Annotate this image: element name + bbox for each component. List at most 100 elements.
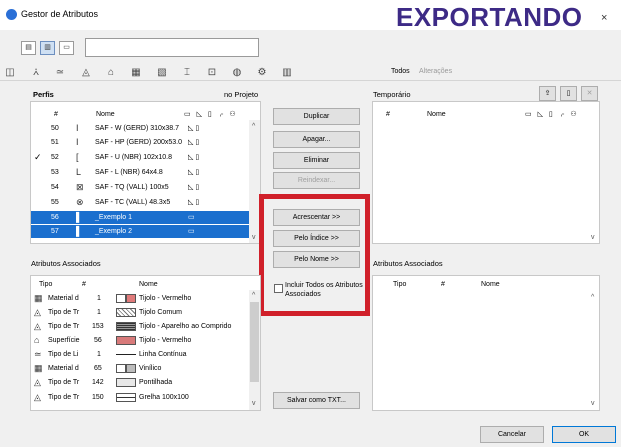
attribute-type: Tipo de Tr	[48, 379, 80, 386]
row-name: SAF - TC (VALL) 48.3x5	[95, 199, 171, 206]
profile-shape-icon: I	[76, 137, 79, 147]
building-material-icon[interactable]: ⌂	[104, 66, 118, 79]
column-header-name[interactable]: Nome	[96, 111, 115, 118]
scrollbar-thumb[interactable]	[250, 302, 259, 382]
scroll-down-icon[interactable]: v	[591, 234, 595, 241]
column-header-num[interactable]: #	[82, 281, 86, 288]
column-header-tipo[interactable]: Tipo	[39, 281, 52, 288]
list-row[interactable]: 54 ⊠ SAF - TQ (VALL) 100x5 ◺ ▯	[31, 181, 249, 194]
column-header-flags[interactable]: ▭ ◺ ▯ ⌌ ⚇	[525, 110, 579, 118]
attribute-type: Material d	[48, 365, 79, 372]
attribute-name: Pontilhada	[139, 379, 173, 386]
header-flag-icon: ⌌	[217, 111, 226, 118]
swatch-preview	[116, 336, 136, 345]
delete-icon[interactable]: ✕	[581, 86, 598, 101]
tab-alteracoes[interactable]: Alterações	[419, 68, 452, 75]
tab-todos[interactable]: Todos	[391, 68, 410, 75]
attribute-name: Tijolo Comum	[139, 309, 182, 316]
column-header-flags[interactable]: ▭ ◺ ▯ ⌌ ⚇	[184, 110, 238, 118]
attribute-number: 65	[94, 365, 102, 372]
list-row[interactable]: ✓ 52 [ SAF - U (NBR) 102x10.8 ◺ ▯	[31, 151, 249, 164]
reindexar-button[interactable]: Reindexar...	[273, 172, 360, 189]
list-row-selected[interactable]: 56 ▌ _Exemplo 1 ▭	[31, 211, 249, 224]
salvar-txt-button[interactable]: Salvar como TXT...	[273, 392, 360, 409]
row-number: 52	[51, 154, 59, 161]
row-number: 55	[51, 199, 59, 206]
line-type-icon[interactable]: ≃	[53, 66, 67, 79]
attribute-number: 153	[92, 323, 104, 330]
split-view-button[interactable]: ▥	[40, 41, 55, 55]
attribute-type: Tipo de Tr	[48, 394, 80, 401]
check-mark: ✓	[34, 152, 42, 162]
scroll-down-icon[interactable]: v	[591, 400, 595, 407]
swatch-preview	[126, 294, 136, 303]
list-row[interactable]: ≃ Tipo de Li 1 Linha Contínua	[31, 348, 249, 361]
row-number: 56	[51, 214, 59, 221]
column-header-name[interactable]: Nome	[427, 111, 446, 118]
list-row[interactable]: 50 I SAF - W (GERD) 310x38.7 ◺ ▯	[31, 122, 249, 135]
scroll-up-icon[interactable]: ^	[252, 292, 255, 299]
new-file-icon[interactable]: ▯	[560, 86, 577, 101]
row-name: SAF - TQ (VALL) 100x5	[95, 184, 169, 191]
column-header-nome[interactable]: Nome	[139, 281, 158, 288]
list-row[interactable]: ▦ Material d 1 Tijolo - Vermelho	[31, 292, 249, 305]
list-row[interactable]: ◬ Tipo de Tr 153 Tijolo - Aparelho ao Co…	[31, 320, 249, 333]
scroll-down-icon[interactable]: v	[252, 400, 256, 407]
swatch-preview	[126, 364, 136, 373]
composite-icon[interactable]: ▦	[129, 66, 143, 79]
column-header-num[interactable]: #	[386, 111, 390, 118]
attribute-name: Tijolo - Aparelho ao Comprido	[139, 323, 232, 330]
list-row[interactable]: 55 ⊗ SAF - TC (VALL) 48.3x5 ◺ ▯	[31, 196, 249, 209]
associated-attributes-temp-list[interactable]: Tipo # Nome ^ v	[372, 275, 600, 411]
cancel-button[interactable]: Cancelar	[480, 426, 544, 443]
duplicar-button[interactable]: Duplicar	[273, 108, 360, 125]
apagar-button[interactable]: Apagar...	[273, 131, 360, 148]
header-flag-icon: ◺	[196, 111, 204, 118]
scroll-up-icon[interactable]: ^	[252, 123, 255, 130]
list-row-selected[interactable]: 57 ▌ _Exemplo 2 ▭	[31, 225, 249, 238]
list-row[interactable]: 53 L SAF - L (NBR) 64x4.8 ◺ ▯	[31, 166, 249, 179]
profiles-list[interactable]: # Nome ▭ ◺ ▯ ⌌ ⚇ 50 I SAF - W (GERD) 310…	[30, 101, 261, 244]
row-flags: ◺ ▯	[188, 154, 200, 161]
list-row[interactable]: ◬ Tipo de Tr 150 Grelha 100x100	[31, 391, 249, 404]
fill-icon[interactable]: ◬	[79, 66, 93, 79]
single-view-button[interactable]: ▭	[59, 41, 74, 55]
surface-icon[interactable]: ⌶	[180, 66, 194, 79]
column-header-num[interactable]: #	[54, 111, 58, 118]
zone-icon[interactable]: ⊡	[205, 66, 219, 79]
title-bar: Gestor de Atributos EXPORTANDO ×	[0, 0, 621, 32]
scroll-down-icon[interactable]: v	[252, 234, 256, 241]
mep-icon[interactable]: ◍	[230, 66, 244, 79]
list-row[interactable]: ▦ Material d 65 Vinílico	[31, 362, 249, 375]
column-header-nome[interactable]: Nome	[481, 281, 500, 288]
row-flags: ◺ ▯	[188, 184, 200, 191]
associated-attributes-list[interactable]: Tipo # Nome ▦ Material d 1 Tijolo - Verm…	[30, 275, 261, 411]
import-icon[interactable]: ⇪	[539, 86, 556, 101]
vertical-scrollbar[interactable]: ^ v	[249, 290, 260, 410]
column-header-tipo[interactable]: Tipo	[393, 281, 406, 288]
list-row[interactable]: ◬ Tipo de Tr 142 Pontilhada	[31, 376, 249, 389]
close-icon[interactable]: ×	[601, 12, 607, 24]
markup-icon[interactable]: ⚙	[255, 66, 269, 79]
row-flags: ◺ ▯	[188, 125, 200, 132]
app-icon	[6, 9, 17, 20]
column-header-num[interactable]: #	[441, 281, 445, 288]
assoc-title-right: Atributos Associados	[373, 259, 443, 268]
temporary-list[interactable]: # Nome ▭ ◺ ▯ ⌌ ⚇ v	[372, 101, 600, 244]
list-row[interactable]: 51 I SAF - HP (GERD) 200x53.0 ◺ ▯	[31, 136, 249, 149]
list-row[interactable]: ⌂ Superfície 56 Tijolo - Vermelho	[31, 334, 249, 347]
assoc-title-left: Atributos Associados	[31, 259, 101, 268]
fill-icon: ◬	[34, 392, 41, 402]
eliminar-button[interactable]: Eliminar	[273, 152, 360, 169]
list-view-button[interactable]: ▤	[21, 41, 36, 55]
layer-icon[interactable]: ◫	[3, 66, 17, 79]
list-row[interactable]: ◬ Tipo de Tr 1 Tijolo Comum	[31, 306, 249, 319]
attribute-name: Vinílico	[139, 365, 162, 372]
ok-button[interactable]: OK	[552, 426, 616, 443]
attribute-type: Material d	[48, 295, 79, 302]
pen-icon[interactable]: ⩑	[29, 66, 43, 79]
profile-icon[interactable]: ▧	[155, 66, 169, 79]
table-icon[interactable]: ▥	[280, 66, 294, 79]
search-input[interactable]	[85, 38, 259, 57]
scroll-up-icon[interactable]: ^	[591, 294, 594, 301]
